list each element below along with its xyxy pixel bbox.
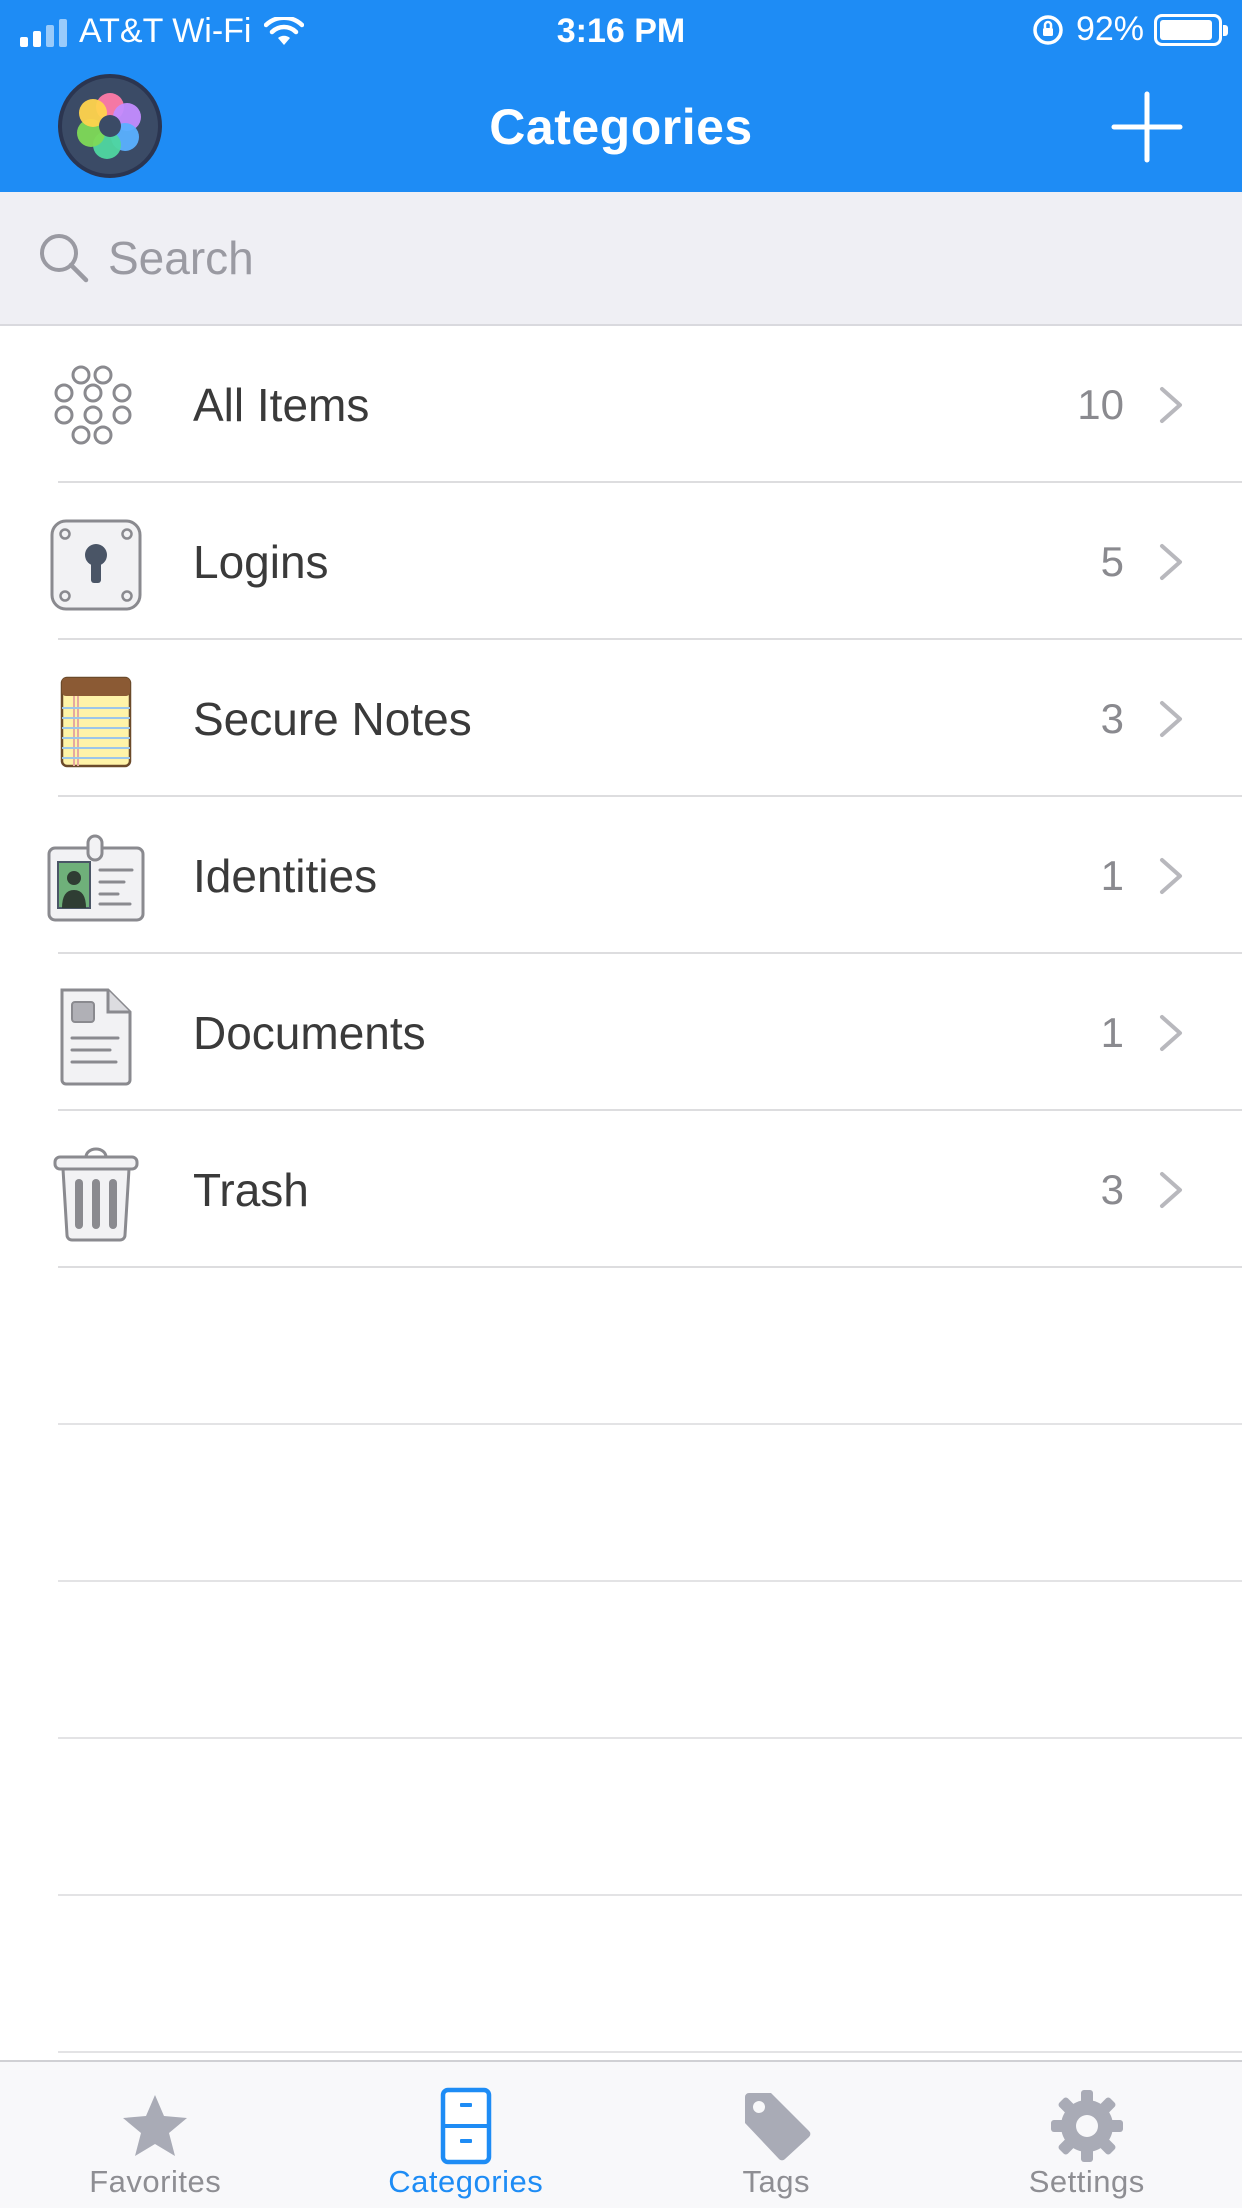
tab-tags[interactable]: Tags	[621, 2062, 932, 2208]
tab-label: Favorites	[89, 2164, 222, 2199]
empty-list-row	[0, 1425, 1242, 1582]
id-badge-icon	[44, 827, 148, 931]
category-row-documents[interactable]: Documents 1	[0, 954, 1242, 1111]
empty-list-row	[0, 1739, 1242, 1896]
star-icon	[113, 2084, 197, 2168]
tag-icon	[734, 2084, 818, 2168]
tab-label: Categories	[388, 2164, 544, 2199]
trash-icon	[44, 1141, 148, 1245]
orientation-lock-icon	[1033, 14, 1063, 45]
category-row-all-items[interactable]: All Items 10	[0, 326, 1242, 483]
category-count: 1	[1100, 851, 1124, 899]
navigation-bar: Categories	[0, 62, 1242, 192]
file-cabinet-icon	[424, 2084, 508, 2168]
search-icon	[40, 234, 89, 283]
category-count: 3	[1100, 694, 1124, 742]
category-label: All Items	[193, 378, 370, 431]
category-count: 1	[1100, 1008, 1124, 1056]
chevron-right-icon	[1160, 857, 1182, 894]
tab-label: Tags	[742, 2164, 810, 2199]
chevron-right-icon	[1160, 543, 1182, 580]
tab-settings[interactable]: Settings	[932, 2062, 1242, 2208]
chevron-right-icon	[1160, 1014, 1182, 1051]
category-label: Logins	[193, 535, 329, 588]
search-bar	[0, 192, 1242, 326]
notepad-icon	[44, 670, 148, 774]
tab-categories[interactable]: Categories	[311, 2062, 622, 2208]
chevron-right-icon	[1160, 386, 1182, 423]
category-row-identities[interactable]: Identities 1	[0, 797, 1242, 954]
status-bar: AT&T Wi-Fi 3:16 PM 92%	[0, 0, 1242, 62]
top-bar: AT&T Wi-Fi 3:16 PM 92% Categories	[0, 0, 1242, 192]
chevron-right-icon	[1160, 700, 1182, 737]
empty-list-row	[0, 1896, 1242, 2053]
category-row-logins[interactable]: Logins 5	[0, 483, 1242, 640]
empty-list-row	[0, 1268, 1242, 1425]
battery-percent: 92%	[1075, 10, 1144, 48]
category-label: Trash	[193, 1163, 309, 1216]
category-list: All Items 10 Logins 5 Secure Notes 3 Ide…	[0, 326, 1242, 2053]
category-count: 3	[1100, 1165, 1124, 1213]
battery-fill	[1160, 19, 1212, 40]
category-count: 10	[1077, 380, 1124, 428]
category-row-secure-notes[interactable]: Secure Notes 3	[0, 640, 1242, 797]
battery-icon	[1154, 13, 1228, 46]
search-field[interactable]	[36, 220, 1206, 296]
status-right: 92%	[1030, 10, 1228, 49]
login-keyhole-icon	[44, 513, 148, 617]
category-row-trash[interactable]: Trash 3	[0, 1111, 1242, 1268]
tab-bar: Favorites Categories Tags Settings	[0, 2060, 1242, 2208]
tab-favorites[interactable]: Favorites	[0, 2062, 311, 2208]
empty-list-row	[0, 1582, 1242, 1739]
category-count: 5	[1100, 537, 1124, 585]
chevron-right-icon	[1160, 1171, 1182, 1208]
page-title: Categories	[489, 99, 753, 155]
search-input[interactable]	[108, 231, 1008, 285]
category-label: Identities	[193, 849, 378, 902]
category-label: Secure Notes	[193, 692, 472, 745]
gear-icon	[1045, 2084, 1129, 2168]
all-items-icon	[44, 356, 148, 460]
category-label: Documents	[193, 1006, 426, 1059]
tab-label: Settings	[1028, 2164, 1145, 2199]
add-icon[interactable]	[1106, 86, 1188, 168]
document-icon	[44, 984, 148, 1088]
